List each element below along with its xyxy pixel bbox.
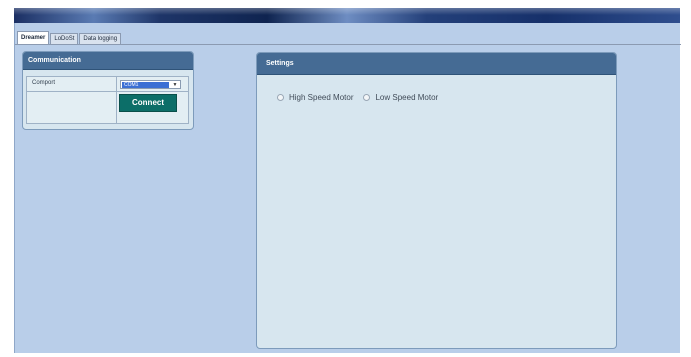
- low-speed-motor-radio[interactable]: [363, 94, 371, 101]
- communication-panel-title: Communication: [23, 52, 193, 70]
- app-area: Dreamer LoDoSt Data logging Communicatio…: [14, 23, 681, 353]
- tab-strip: Dreamer LoDoSt Data logging: [17, 31, 122, 44]
- grid-divider: [116, 77, 117, 123]
- communication-panel: Communication Comport COM1 ▼: [22, 51, 194, 130]
- tab-lodost[interactable]: LoDoSt: [50, 33, 79, 44]
- title-bar: [14, 8, 680, 23]
- comport-select-value: COM1: [122, 82, 169, 88]
- connect-button[interactable]: Connect: [119, 94, 177, 112]
- high-speed-motor-radio[interactable]: [277, 94, 284, 101]
- low-speed-motor-label[interactable]: Low Speed Motor: [375, 93, 438, 102]
- tab-dreamer[interactable]: Dreamer: [17, 31, 50, 44]
- high-speed-motor-label[interactable]: High Speed Motor: [289, 93, 353, 102]
- grid-divider: [27, 91, 188, 92]
- settings-panel-title: Settings: [257, 53, 616, 75]
- comport-select[interactable]: COM1 ▼: [120, 80, 181, 89]
- chevron-down-icon[interactable]: ▼: [171, 82, 179, 88]
- motor-options: High Speed Motor Low Speed Motor: [277, 93, 448, 102]
- comport-label: Comport: [32, 80, 56, 86]
- settings-panel: Settings High Speed Motor Low Speed Moto…: [256, 52, 617, 349]
- tab-data-logging[interactable]: Data logging: [79, 33, 122, 44]
- title-bar-gloss: [14, 8, 680, 15]
- tab-divider: [15, 44, 681, 45]
